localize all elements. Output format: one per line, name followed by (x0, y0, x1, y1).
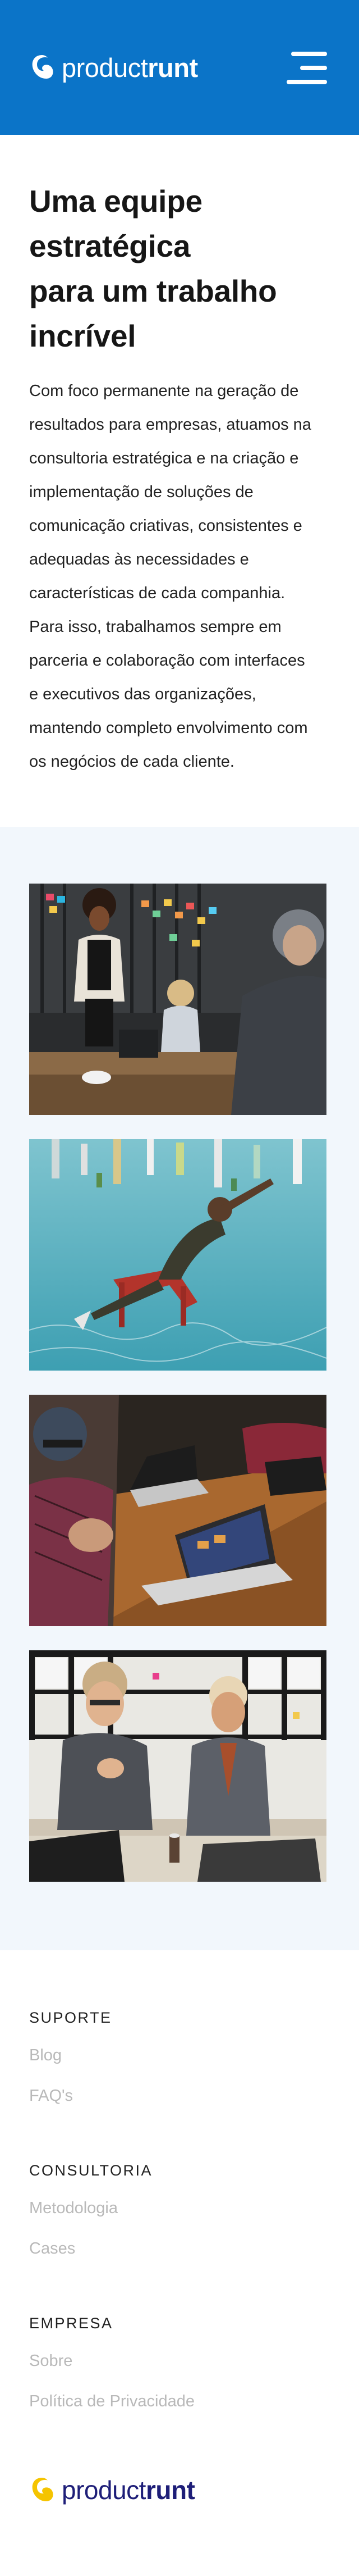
brand-name-bold: runt (145, 2475, 195, 2505)
paragraph-line: os negócios de cada cliente. (29, 753, 234, 771)
brand-name-bold: runt (148, 52, 198, 83)
paragraph-line: características de cada companhia. (29, 584, 286, 602)
menu-bar-bottom (287, 80, 327, 84)
footer-link-privacidade[interactable]: Política de Privacidade (29, 2392, 195, 2411)
footer-group-suporte: SUPORTE Blog FAQ's (29, 2009, 112, 2105)
paragraph-line: consultoria estratégica e na criação e (29, 449, 299, 467)
brand-name: productrunt (62, 54, 198, 81)
laptop-meeting-photo (29, 1395, 326, 1626)
team-presentation-photo (29, 884, 326, 1115)
paragraph-line: mantendo completo envolvimento com (29, 719, 308, 737)
title-line: estratégica (29, 229, 191, 263)
underwater-chair-photo (29, 1139, 326, 1371)
menu-bar-top (291, 52, 327, 56)
intro-section: Uma equipe estratégica para um trabalho … (29, 179, 332, 779)
footer-link-blog[interactable]: Blog (29, 2046, 112, 2065)
paragraph-line: implementação de soluções de (29, 483, 254, 501)
footer-heading: EMPRESA (29, 2315, 113, 2332)
page-title: Uma equipe estratégica para um trabalho … (29, 179, 332, 358)
title-line: Uma equipe (29, 184, 202, 219)
footer-link-faq[interactable]: FAQ's (29, 2086, 112, 2105)
footer-logo[interactable]: productrunt (29, 2474, 195, 2506)
brand-name-light: product (62, 2475, 146, 2505)
intro-paragraph: Com foco permanente na geração de result… (29, 374, 332, 779)
footer-group-consultoria: CONSULTORIA Metodologia Cases (29, 2161, 153, 2258)
swirl-logo-icon (32, 2478, 53, 2501)
title-line: para um trabalho (29, 274, 277, 308)
hamburger-menu-icon[interactable] (287, 49, 328, 87)
site-header: productrunt (0, 0, 359, 135)
paragraph-line: Com foco permanente na geração de (29, 382, 299, 400)
footer-group-empresa: EMPRESA Sobre Política de Privacidade (29, 2314, 195, 2411)
paragraph-line: comunicação criativas, consistentes e (29, 517, 302, 535)
brand-name-light: product (62, 52, 148, 83)
paragraph-line: e executivos das organizações, (29, 685, 256, 703)
header-logo[interactable]: productrunt (29, 52, 198, 83)
paragraph-line: parceria e colaboração com interfaces (29, 652, 305, 670)
paragraph-line: adequadas às necessidades e (29, 550, 249, 568)
brand-name: productrunt (62, 2477, 195, 2503)
menu-bar-middle (300, 66, 327, 70)
footer-link-sobre[interactable]: Sobre (29, 2351, 195, 2370)
footer-heading: CONSULTORIA (29, 2162, 153, 2179)
footer-heading: SUPORTE (29, 2009, 112, 2026)
footer-link-cases[interactable]: Cases (29, 2239, 153, 2258)
paragraph-line: Para isso, trabalhamos sempre em (29, 618, 282, 636)
office-conversation-photo (29, 1650, 326, 1882)
swirl-logo-icon (32, 55, 53, 79)
paragraph-line: resultados para empresas, atuamos na (29, 416, 311, 434)
title-line: incrível (29, 318, 136, 353)
footer-link-metodologia[interactable]: Metodologia (29, 2199, 153, 2218)
